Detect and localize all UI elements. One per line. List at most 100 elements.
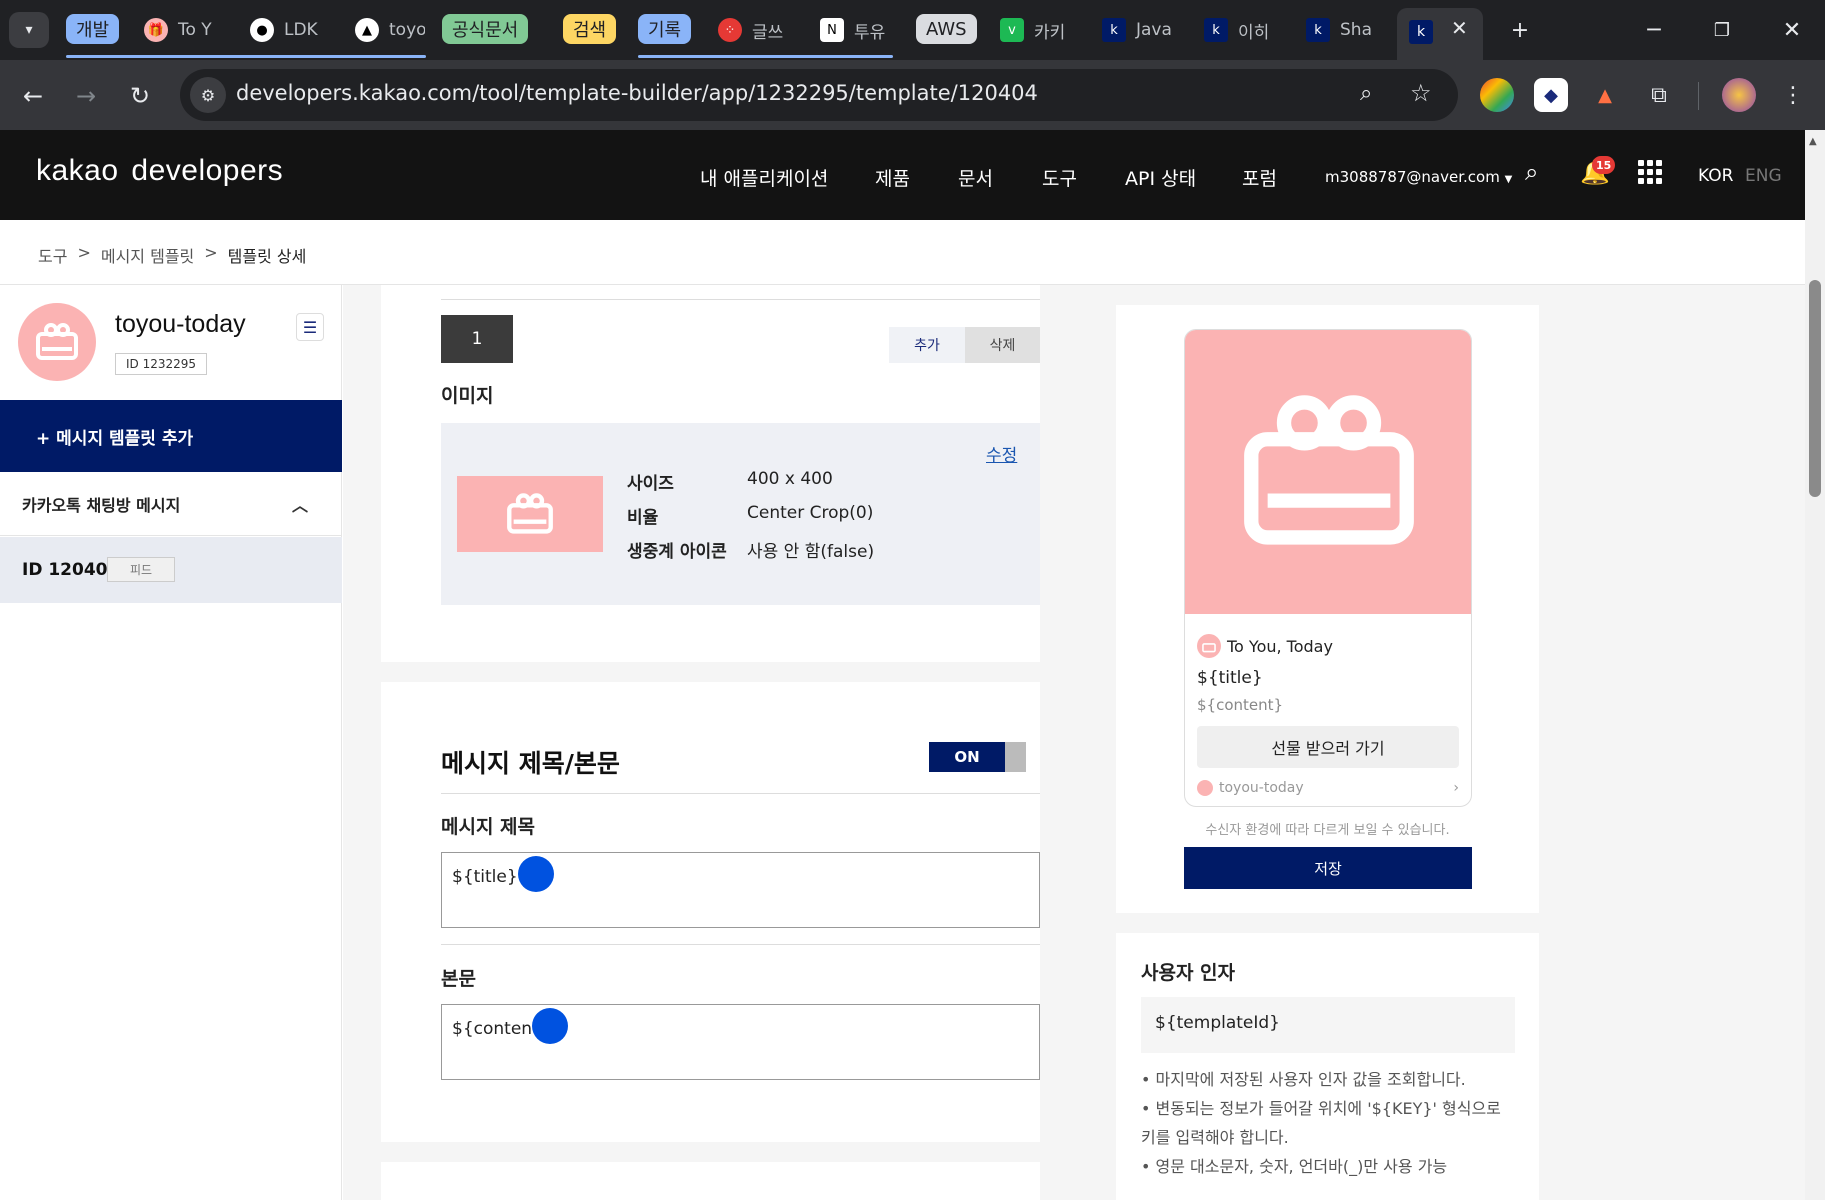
triangle-favicon-icon: ▲: [355, 18, 379, 42]
tab-toyou[interactable]: 🎁 To Y: [144, 10, 224, 50]
params-value-box: ${templateId}: [1141, 997, 1515, 1053]
toggle-off: [1005, 742, 1026, 772]
tab-label: LDK: [284, 20, 318, 40]
preview-image: [1185, 330, 1471, 614]
tab-group-aws[interactable]: AWS: [916, 14, 977, 44]
preview-action-button[interactable]: 선물 받으러 가기: [1197, 726, 1459, 768]
tab-group-search[interactable]: 검색: [563, 14, 617, 44]
close-tab-icon[interactable]: ✕: [1451, 16, 1468, 40]
reload-icon[interactable]: ↻: [122, 78, 158, 114]
body-input[interactable]: ${content}: [441, 1004, 1040, 1080]
save-button[interactable]: 저장: [1184, 847, 1472, 889]
tab-sha[interactable]: k Sha: [1306, 10, 1382, 50]
site-header: kakao developers 내 애플리케이션 제품 문서 도구 API 상…: [0, 130, 1805, 220]
address-bar[interactable]: ⚙ developers.kakao.com/tool/template-bui…: [180, 69, 1458, 121]
logo-kakao: kakao: [36, 154, 119, 187]
tab-notion[interactable]: N 투유: [820, 10, 892, 50]
tab-group-docs[interactable]: 공식문서: [442, 14, 529, 44]
dots-favicon-icon: ⁘: [718, 18, 742, 42]
card-top-divider: [441, 299, 1040, 300]
breadcrumb-tools[interactable]: 도구: [38, 243, 67, 267]
k-favicon-icon: k: [1102, 18, 1126, 42]
toolbar-separator: [1698, 82, 1699, 110]
close-window-icon[interactable]: ✕: [1772, 14, 1812, 46]
tab-label: 이히: [1238, 22, 1270, 43]
tab-toyo[interactable]: ▲ toyo: [355, 10, 425, 50]
apps-grid-icon[interactable]: [1638, 160, 1662, 184]
tab-java[interactable]: k Java: [1102, 10, 1178, 50]
breadcrumb-separator: >: [204, 243, 218, 262]
minimize-icon[interactable]: ─: [1634, 14, 1674, 46]
breadcrumb-message-template[interactable]: 메시지 템플릿: [101, 243, 194, 267]
image-index-tab[interactable]: 1: [441, 315, 513, 363]
gift-icon: [1244, 395, 1414, 545]
preview-footer-name: toyou-today: [1219, 780, 1304, 796]
tab-writing[interactable]: ⁘ 글쓰: [718, 10, 790, 50]
bird-extension-icon[interactable]: ▲: [1588, 78, 1622, 112]
profile-avatar[interactable]: [1722, 78, 1756, 112]
nav-docs[interactable]: 문서: [958, 164, 993, 191]
back-arrow-icon[interactable]: ←: [15, 78, 51, 114]
gift-icon: [507, 493, 553, 534]
edit-link[interactable]: 수정: [986, 441, 1017, 466]
k-favicon-icon: k: [1204, 18, 1228, 42]
message-card: 메시지 제목/본문 ON 메시지 제목 ${title} 본문 ${conten…: [381, 682, 1040, 1142]
nav-products[interactable]: 제품: [875, 164, 910, 191]
new-tab-button[interactable]: +: [1500, 14, 1540, 46]
url-text[interactable]: developers.kakao.com/tool/template-build…: [236, 81, 1038, 105]
sidebar-item-template[interactable]: ID 120404 피드: [0, 537, 342, 603]
account-email[interactable]: m3088787@naver.com ▼: [1325, 168, 1512, 186]
template-id: ID 120404: [22, 560, 120, 580]
menu-section-kakaotalk[interactable]: 카카오톡 채팅방 메시지 ︿: [0, 472, 342, 536]
tab-group-dev-underline: [66, 55, 426, 58]
preview-note: 수신자 환경에 따라 다르게 보일 수 있습니다.: [1205, 823, 1450, 838]
list-icon[interactable]: ☰: [296, 313, 324, 341]
prop-live-value: 사용 안 함(false): [747, 542, 875, 562]
params-note-3: • 영문 대소문자, 숫자, 언더바(_)만 사용 가능: [1141, 1157, 1448, 1176]
search-icon[interactable]: ⌕: [1525, 158, 1538, 186]
caret-down-icon: ▼: [1504, 174, 1513, 185]
site-info-icon[interactable]: ⚙: [190, 77, 226, 113]
page-scrollbar[interactable]: ▲: [1805, 130, 1825, 1200]
params-title: 사용자 인자: [1141, 962, 1236, 984]
nav-tools[interactable]: 도구: [1042, 164, 1077, 191]
zoom-icon[interactable]: ⌕: [1360, 81, 1372, 106]
cursor-marker: [532, 1008, 568, 1044]
scrollbar-thumb[interactable]: [1809, 280, 1821, 497]
shield-extension-icon[interactable]: ◆: [1534, 78, 1568, 112]
tab-group-log[interactable]: 기록: [638, 14, 692, 44]
lang-kor[interactable]: KOR: [1698, 166, 1733, 186]
tab-group-dev[interactable]: 개발: [66, 14, 120, 44]
tab-label: 카키: [1034, 22, 1066, 43]
tab-kaki[interactable]: v 카키: [1000, 10, 1076, 50]
bookmark-star-icon[interactable]: ☆: [1410, 79, 1432, 107]
add-button[interactable]: 추가: [889, 327, 965, 363]
main-content: 1 추가 삭제 이미지 수정 사이즈 400 x 400 비율 Center C…: [343, 285, 1805, 1200]
lang-eng[interactable]: ENG: [1745, 166, 1782, 186]
breadcrumb: 도구 > 메시지 템플릿 > 템플릿 상세: [38, 243, 306, 267]
tab-label: To Y: [178, 20, 212, 40]
tab-ldk[interactable]: ● LDK: [250, 10, 330, 50]
more-menu-icon[interactable]: ⋮: [1776, 78, 1810, 112]
cursor-marker: [518, 856, 554, 892]
add-template-button[interactable]: + 메시지 템플릿 추가: [0, 400, 342, 472]
puzzle-extensions-icon[interactable]: ⧉: [1642, 78, 1676, 112]
gift-favicon-icon: 🎁: [144, 18, 168, 42]
kakao-developers-logo[interactable]: kakao developers: [36, 154, 283, 188]
delete-button[interactable]: 삭제: [965, 327, 1040, 363]
preview-footer[interactable]: toyou-today ›: [1197, 780, 1459, 796]
tab-search-chevron-icon[interactable]: ▾: [9, 12, 49, 48]
color-picker-extension-icon[interactable]: [1480, 78, 1514, 112]
forward-arrow-icon[interactable]: →: [68, 78, 104, 114]
nav-api-status[interactable]: API 상태: [1125, 164, 1196, 191]
scroll-up-arrow-icon[interactable]: ▲: [1809, 136, 1817, 147]
nav-my-apps[interactable]: 내 애플리케이션: [700, 164, 828, 191]
prop-live-key: 생중계 아이콘: [627, 542, 727, 562]
restore-icon[interactable]: ❐: [1702, 14, 1742, 46]
on-off-toggle[interactable]: ON: [929, 742, 1026, 772]
params-note-1: • 마지막에 저장된 사용자 인자 값을 조회합니다.: [1141, 1070, 1466, 1089]
preview-profile-name: To You, Today: [1227, 636, 1333, 656]
tab-ihi[interactable]: k 이히: [1204, 10, 1280, 50]
nav-forum[interactable]: 포럼: [1242, 164, 1277, 191]
tab-active-kakao[interactable]: k ✕: [1397, 8, 1483, 60]
